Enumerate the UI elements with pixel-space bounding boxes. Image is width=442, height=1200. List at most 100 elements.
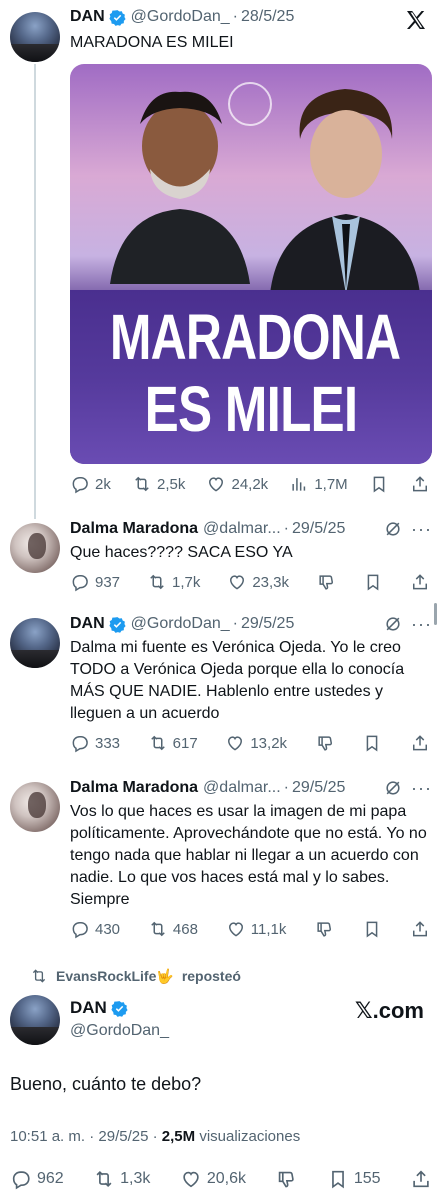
reply-count: 937 xyxy=(95,573,121,591)
like-count: 24,2k xyxy=(231,475,269,493)
repost-button[interactable]: 1,7k xyxy=(147,572,200,592)
author-name[interactable]: DAN xyxy=(70,615,105,633)
grok-icon[interactable] xyxy=(383,614,403,634)
reply-button[interactable]: 2k xyxy=(70,474,111,494)
author-handle[interactable]: @dalmar... xyxy=(203,520,281,538)
bookmark-button[interactable] xyxy=(362,733,382,753)
repost-count: 617 xyxy=(172,734,198,752)
author-name[interactable]: DAN xyxy=(70,8,105,26)
more-options-icon[interactable]: ··· xyxy=(411,519,432,540)
view-count: 2,5M xyxy=(161,1128,196,1145)
tweet-actions: 937 1,7k 23,3k xyxy=(70,570,430,594)
repost-icon xyxy=(132,474,152,494)
repost-button[interactable]: 1,3k xyxy=(93,1168,150,1190)
like-button[interactable]: 13,2k xyxy=(225,733,287,753)
reply-icon xyxy=(70,474,90,494)
avatar[interactable] xyxy=(10,523,60,573)
reply-button[interactable]: 333 xyxy=(70,733,120,753)
author-name[interactable]: Dalma Maradona xyxy=(70,779,198,797)
repost-count: 2,5k xyxy=(156,475,186,493)
reply-icon xyxy=(70,919,90,939)
share-button[interactable] xyxy=(410,474,430,494)
dislike-button[interactable] xyxy=(315,733,335,753)
author-name[interactable]: DAN xyxy=(70,998,107,1018)
reply-count: 2k xyxy=(95,475,111,493)
reply-button[interactable]: 430 xyxy=(70,919,120,939)
bookmark-button[interactable] xyxy=(362,919,382,939)
repost-button[interactable]: 617 xyxy=(148,733,198,753)
author-handle[interactable]: @dalmar... xyxy=(203,779,281,797)
share-button[interactable] xyxy=(410,1168,432,1190)
thread-line xyxy=(34,64,36,519)
separator: · xyxy=(232,615,238,632)
grok-icon[interactable] xyxy=(383,519,403,539)
dislike-button[interactable] xyxy=(314,919,334,939)
reply-count: 430 xyxy=(95,920,121,938)
tweet-header: Dalma Maradona @dalmar... · 29/5/25 ··· xyxy=(70,518,432,540)
dislike-button[interactable] xyxy=(275,1168,297,1190)
tweet-text: Que haces???? SACA ESO YA xyxy=(70,544,293,561)
views-button[interactable]: 1,7M xyxy=(289,474,348,494)
tweet-header: Dalma Maradona @dalmar... · 29/5/25 ··· xyxy=(70,777,432,799)
share-button[interactable] xyxy=(410,919,430,939)
tweet-date[interactable]: 29/5/25 xyxy=(98,1128,148,1145)
more-options-icon[interactable]: ··· xyxy=(411,614,432,635)
like-button[interactable]: 11,1k xyxy=(226,919,286,939)
person-right-image xyxy=(270,89,420,294)
author-name-row: DAN xyxy=(70,998,128,1018)
like-button[interactable]: 24,2k xyxy=(206,474,268,494)
verified-icon xyxy=(109,9,126,26)
tweet-date[interactable]: 29/5/25 xyxy=(241,615,294,633)
separator: · xyxy=(283,520,289,537)
separator: · xyxy=(283,779,289,796)
tweet-date[interactable]: 29/5/25 xyxy=(292,779,345,797)
avatar[interactable] xyxy=(10,995,60,1045)
repost-notice[interactable]: EvansRockLife🤟 reposteó xyxy=(30,966,241,986)
author-handle[interactable]: @GordoDan_ xyxy=(131,615,230,633)
share-icon xyxy=(410,1168,432,1190)
like-count: 13,2k xyxy=(250,734,288,752)
like-count: 20,6k xyxy=(206,1170,246,1187)
like-button[interactable]: 23,3k xyxy=(227,572,289,592)
reply-button[interactable]: 937 xyxy=(70,572,120,592)
tweet-image[interactable]: MARADONA ES MILEI xyxy=(70,64,432,464)
tweet-actions: 2k 2,5k 24,2k 1,7M xyxy=(70,472,430,496)
x-logo-icon xyxy=(404,8,428,32)
view-count: 1,7M xyxy=(314,475,348,493)
share-button[interactable] xyxy=(410,572,430,592)
repost-button[interactable]: 468 xyxy=(148,919,198,939)
repost-icon xyxy=(147,572,167,592)
avatar[interactable] xyxy=(10,618,60,668)
repost-user[interactable]: EvansRockLife🤟 xyxy=(56,968,174,985)
emblem-icon xyxy=(228,82,272,126)
tweet-date[interactable]: 28/5/25 xyxy=(241,8,294,26)
bookmark-button[interactable]: 155 xyxy=(327,1168,381,1190)
reply-button[interactable]: 962 xyxy=(10,1168,64,1190)
author-handle[interactable]: @GordoDan_ xyxy=(70,1022,169,1040)
tweet-date[interactable]: 29/5/25 xyxy=(292,520,345,538)
scrollbar[interactable] xyxy=(434,603,437,625)
reply-icon xyxy=(10,1168,32,1190)
reply-count: 962 xyxy=(37,1170,64,1187)
reply-icon xyxy=(70,733,90,753)
repost-icon xyxy=(148,733,168,753)
share-button[interactable] xyxy=(410,733,430,753)
tweet-actions: 962 1,3k 20,6k 155 xyxy=(10,1166,432,1192)
bookmark-icon xyxy=(363,572,383,592)
like-button[interactable]: 20,6k xyxy=(180,1168,246,1190)
grok-icon[interactable] xyxy=(383,778,403,798)
dislike-button[interactable] xyxy=(316,572,336,592)
avatar[interactable] xyxy=(10,782,60,832)
more-options-icon[interactable]: ··· xyxy=(411,778,432,799)
tweet-header: DAN @GordoDan_ · 28/5/25 xyxy=(70,6,432,28)
tweet-actions: 430 468 11,1k xyxy=(70,917,430,941)
tweet-time[interactable]: 10:51 a. m. xyxy=(10,1128,85,1145)
bookmark-button[interactable] xyxy=(363,572,383,592)
image-title-line1: MARADONA xyxy=(109,301,401,373)
share-icon xyxy=(410,572,430,592)
avatar[interactable] xyxy=(10,12,60,62)
author-name[interactable]: Dalma Maradona xyxy=(70,520,198,538)
repost-button[interactable]: 2,5k xyxy=(132,474,185,494)
author-handle[interactable]: @GordoDan_ xyxy=(131,8,230,26)
bookmark-button[interactable] xyxy=(369,474,389,494)
